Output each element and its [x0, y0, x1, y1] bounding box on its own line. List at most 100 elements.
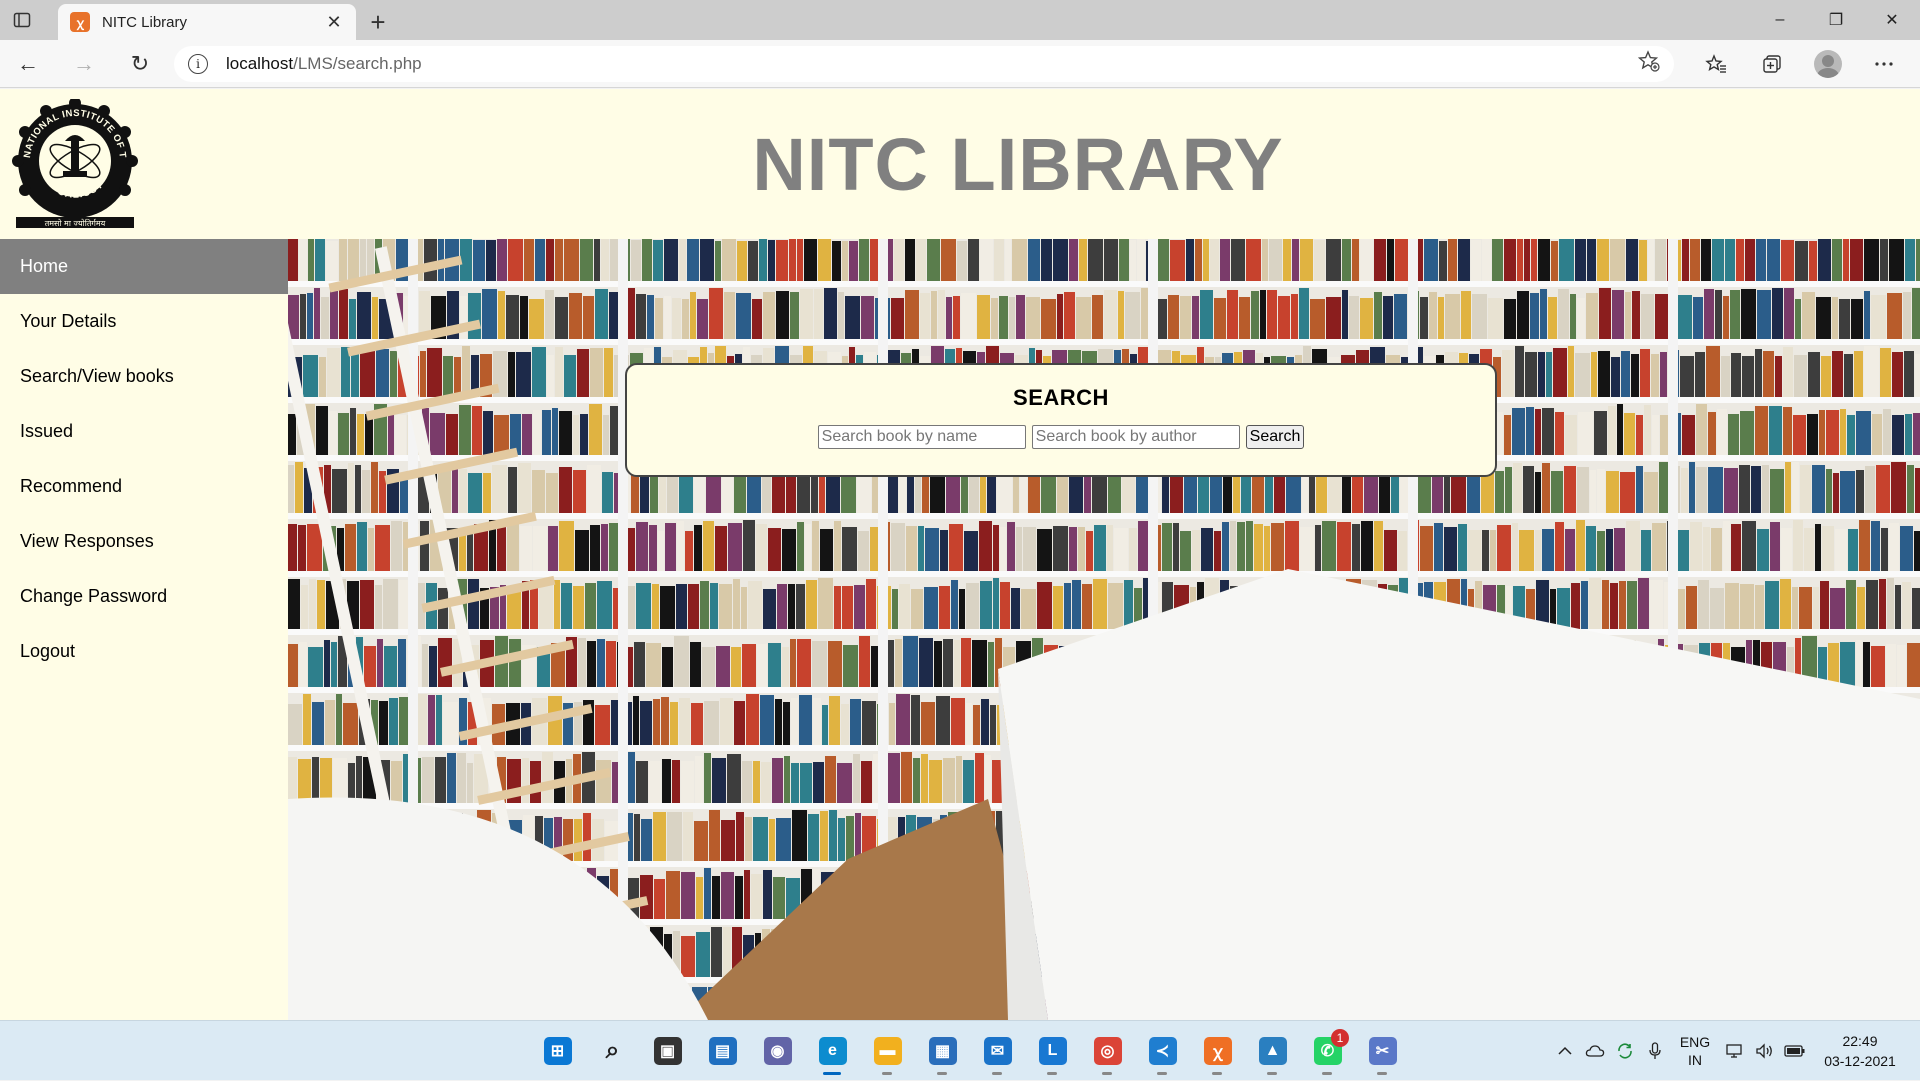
- network-icon[interactable]: [1720, 1031, 1750, 1071]
- taskbar-app-app-l[interactable]: L: [1025, 1025, 1080, 1077]
- refresh-button[interactable]: ↻: [112, 40, 168, 88]
- widgets-icon: ▤: [708, 1037, 737, 1065]
- minimize-button[interactable]: –: [1752, 0, 1808, 40]
- new-tab-button[interactable]: +: [356, 4, 400, 40]
- running-indicator: [1377, 1072, 1387, 1075]
- running-indicator: [882, 1072, 892, 1075]
- search-by-author-input[interactable]: [1031, 425, 1240, 449]
- show-hidden-icons-icon[interactable]: [1550, 1031, 1580, 1071]
- browser-toolbar: ← → ↻ i localhost/LMS/search.php: [0, 40, 1920, 88]
- microphone-icon[interactable]: [1640, 1031, 1670, 1071]
- volume-icon[interactable]: [1750, 1031, 1780, 1071]
- collections-icon[interactable]: [1744, 40, 1800, 88]
- running-indicator: [992, 1072, 1002, 1075]
- onedrive-icon[interactable]: [1580, 1031, 1610, 1071]
- favorites-icon[interactable]: [1688, 40, 1744, 88]
- sidebar-item-change-password[interactable]: Change Password: [0, 569, 288, 624]
- sidebar-item-search-view-books[interactable]: Search/View books: [0, 349, 288, 404]
- taskbar-app-chrome[interactable]: ◎: [1080, 1025, 1135, 1077]
- taskbar-app-start[interactable]: ⊞: [530, 1025, 585, 1077]
- running-indicator: [1047, 1072, 1057, 1075]
- microsoft-store-icon: ▦: [928, 1037, 957, 1065]
- browser-tab-active[interactable]: ꭓ NITC Library ✕: [58, 4, 356, 40]
- taskbar-app-xampp[interactable]: ꭓ: [1190, 1025, 1245, 1077]
- language-code: ENG: [1679, 1034, 1711, 1050]
- sidebar-nav: Home Your Details Search/View books Issu…: [0, 239, 288, 1020]
- tab-actions-icon: [13, 12, 31, 28]
- address-bar[interactable]: i localhost/LMS/search.php: [174, 45, 1674, 82]
- taskbar-app-widgets[interactable]: ▤: [695, 1025, 750, 1077]
- vscode-icon: ≺: [1148, 1037, 1177, 1065]
- region-code: IN: [1688, 1052, 1702, 1068]
- teams-chat-icon: ◉: [763, 1037, 792, 1065]
- taskbar-app-edge[interactable]: e: [805, 1025, 860, 1077]
- search-button[interactable]: Search: [1245, 425, 1305, 449]
- tab-actions-button[interactable]: [0, 0, 44, 40]
- site-header: NATIONAL INSTITUTE OF TECHNOLOGY CALICUT…: [0, 89, 1920, 239]
- running-indicator: [1157, 1072, 1167, 1075]
- task-view-icon: ▣: [653, 1037, 682, 1065]
- clock[interactable]: 22:49 03-12-2021: [1810, 1031, 1910, 1071]
- photos-icon: ▲: [1258, 1037, 1287, 1065]
- language-indicator[interactable]: ENG IN: [1670, 1033, 1720, 1069]
- sidebar-item-view-responses[interactable]: View Responses: [0, 514, 288, 569]
- forward-button[interactable]: →: [56, 40, 112, 88]
- back-button[interactable]: ←: [0, 40, 56, 88]
- close-window-button[interactable]: ✕: [1864, 0, 1920, 40]
- app-l-icon: L: [1038, 1037, 1067, 1065]
- profile-button[interactable]: [1800, 40, 1856, 88]
- taskbar-app-photos[interactable]: ▲: [1245, 1025, 1300, 1077]
- running-indicator: [1267, 1072, 1277, 1075]
- running-indicator: [1212, 1072, 1222, 1075]
- search-panel: SEARCH Search: [625, 363, 1497, 477]
- windows-taskbar: ⊞ ⌕ ▣ ▤ ◉ e ▬ ▦ ✉ L ◎ ≺ ꭓ ▲ ✆ 1 ✂ ENG IN 22:49 03-12-20: [0, 1020, 1920, 1080]
- sidebar-item-recommend[interactable]: Recommend: [0, 459, 288, 514]
- battery-icon[interactable]: [1780, 1031, 1810, 1071]
- sidebar-item-issued[interactable]: Issued: [0, 404, 288, 459]
- search-icon: ⌕: [605, 1037, 620, 1064]
- search-by-name-input[interactable]: [817, 425, 1026, 449]
- sidebar-item-logout[interactable]: Logout: [0, 624, 288, 679]
- url-path: /LMS/search.php: [293, 53, 422, 73]
- taskbar-app-vscode[interactable]: ≺: [1135, 1025, 1190, 1077]
- running-indicator: [1322, 1072, 1332, 1075]
- taskbar-app-mail[interactable]: ✉: [970, 1025, 1025, 1077]
- taskbar-app-search[interactable]: ⌕: [585, 1025, 640, 1077]
- taskbar-app-snipping-tool[interactable]: ✂: [1355, 1025, 1410, 1077]
- file-explorer-icon: ▬: [873, 1037, 902, 1065]
- mail-icon: ✉: [983, 1037, 1012, 1065]
- library-background-image: SEARCH Search: [288, 239, 1920, 1020]
- add-favorite-icon[interactable]: [1637, 49, 1660, 78]
- edge-icon: e: [818, 1037, 847, 1065]
- taskbar-app-whatsapp[interactable]: ✆ 1: [1300, 1025, 1355, 1077]
- taskbar-app-task-view[interactable]: ▣: [640, 1025, 695, 1077]
- site-info-icon[interactable]: i: [188, 53, 208, 74]
- search-form: Search: [627, 425, 1495, 449]
- window-controls: – ❐ ✕: [1752, 0, 1920, 40]
- running-indicator: [823, 1072, 841, 1075]
- page-title: NITC LIBRARY: [752, 122, 1284, 206]
- more-options-icon[interactable]: [1856, 40, 1912, 88]
- snipping-tool-icon: ✂: [1368, 1037, 1397, 1065]
- search-heading: SEARCH: [1013, 385, 1109, 410]
- url-host: localhost: [226, 53, 294, 73]
- xampp-favicon-icon: ꭓ: [70, 12, 90, 32]
- start-icon: ⊞: [543, 1037, 572, 1065]
- system-tray: ENG IN 22:49 03-12-2021: [1550, 1021, 1920, 1081]
- restore-button[interactable]: ❐: [1808, 0, 1864, 40]
- taskbar-apps: ⊞ ⌕ ▣ ▤ ◉ e ▬ ▦ ✉ L ◎ ≺ ꭓ ▲ ✆ 1 ✂: [530, 1021, 1410, 1081]
- clock-time: 22:49: [1842, 1033, 1878, 1049]
- taskbar-app-teams-chat[interactable]: ◉: [750, 1025, 805, 1077]
- running-indicator: [937, 1072, 947, 1075]
- taskbar-app-file-explorer[interactable]: ▬: [860, 1025, 915, 1077]
- tab-title: NITC Library: [102, 13, 188, 31]
- tab-close-icon[interactable]: ✕: [324, 12, 344, 33]
- sync-icon[interactable]: [1610, 1031, 1640, 1071]
- xampp-icon: ꭓ: [1203, 1037, 1232, 1065]
- bookshelf-illustration: [288, 239, 1920, 1020]
- chrome-icon: ◎: [1093, 1037, 1122, 1065]
- profile-icon: [1814, 49, 1842, 78]
- taskbar-app-microsoft-store[interactable]: ▦: [915, 1025, 970, 1077]
- sidebar-item-your-details[interactable]: Your Details: [0, 294, 288, 349]
- sidebar-item-home[interactable]: Home: [0, 239, 288, 294]
